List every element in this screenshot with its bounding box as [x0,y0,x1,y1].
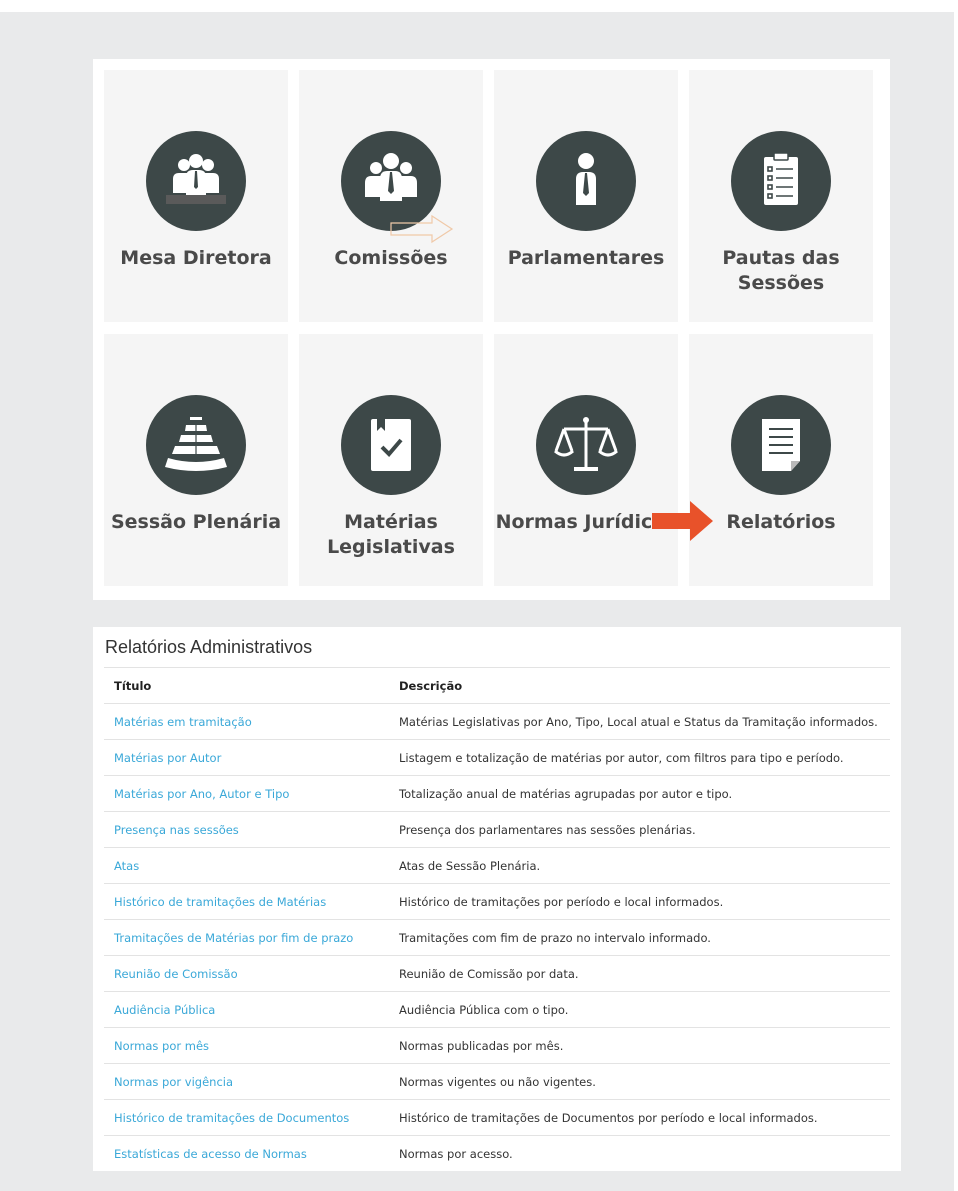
tile-label: Relatórios [726,511,836,533]
legislative-book-icon [341,395,441,495]
tile-relatorios[interactable]: Relatórios [689,334,873,586]
table-row: Reunião de Comissão Reunião de Comissão … [104,955,890,992]
tile-label: Normas Jurídicas [495,511,677,533]
report-description: Audiência Pública com o tipo. [394,991,890,1028]
report-description: Matérias Legislativas por Ano, Tipo, Loc… [394,703,890,740]
report-description: Histórico de tramitações por período e l… [394,883,890,920]
plenary-chamber-icon [146,395,246,495]
report-link[interactable]: Atas [114,859,139,873]
tile-normas-juridicas[interactable]: Normas Jurídicas [494,334,678,586]
tile-mesa-diretora[interactable]: Mesa Diretora [104,70,288,322]
tile-materias-legislativas[interactable]: Matérias Legislativas [299,334,483,586]
report-link[interactable]: Reunião de Comissão [114,967,238,981]
reports-table: Título Descrição Matérias em tramitação … [104,667,890,1171]
column-header-title: Título [104,667,394,704]
menu-tiles-panel: Mesa Diretora Comissões Parlamentares Pa… [93,59,890,600]
tile-label: Matérias Legislativas [327,511,455,558]
tile-pautas-das-sessoes[interactable]: Pautas das Sessões [689,70,873,322]
report-description: Presença dos parlamentares nas sessões p… [394,811,890,848]
report-link[interactable]: Matérias por Ano, Autor e Tipo [114,787,289,801]
top-band [0,0,958,12]
tile-parlamentares[interactable]: Parlamentares [494,70,678,322]
table-row: Estatísticas de acesso de Normas Normas … [104,1135,890,1171]
report-description: Normas vigentes ou não vigentes. [394,1063,890,1100]
report-description: Totalização anual de matérias agrupadas … [394,775,890,812]
scales-of-justice-icon [536,395,636,495]
report-description: Histórico de tramitações de Documentos p… [394,1099,890,1136]
tile-label: Parlamentares [507,247,665,269]
table-row: Matérias por Autor Listagem e totalizaçã… [104,739,890,776]
reports-heading: Relatórios Administrativos [105,637,313,657]
column-header-description: Descrição [394,667,890,704]
report-link[interactable]: Histórico de tramitações de Matérias [114,895,326,909]
table-row: Normas por vigência Normas vigentes ou n… [104,1063,890,1100]
report-link[interactable]: Tramitações de Matérias por fim de prazo [114,931,353,945]
report-description: Reunião de Comissão por data. [394,955,890,992]
report-document-icon [731,395,831,495]
report-link[interactable]: Normas por vigência [114,1075,233,1089]
table-header-row: Título Descrição [104,667,890,704]
highlight-arrow-icon [652,501,713,541]
table-row: Matérias por Ano, Autor e Tipo Totalizaç… [104,775,890,812]
tile-label: Comissões [334,247,448,269]
report-link[interactable]: Matérias por Autor [114,751,221,765]
report-description: Normas por acesso. [394,1135,890,1171]
tile-label: Pautas das Sessões [722,247,840,294]
board-of-directors-icon [146,131,246,231]
table-row: Atas Atas de Sessão Plenária. [104,847,890,884]
report-link[interactable]: Estatísticas de acesso de Normas [114,1147,307,1161]
agenda-clipboard-icon [731,131,831,231]
report-link[interactable]: Histórico de tramitações de Documentos [114,1111,349,1125]
outline-arrow-icon [390,214,454,244]
tile-sessao-plenaria[interactable]: Sessão Plenária [104,334,288,586]
table-row: Audiência Pública Audiência Pública com … [104,991,890,1028]
report-link[interactable]: Audiência Pública [114,1003,215,1017]
report-link[interactable]: Matérias em tramitação [114,715,252,729]
report-description: Tramitações com fim de prazo no interval… [394,919,890,956]
tile-comissoes[interactable]: Comissões [299,70,483,322]
table-row: Histórico de tramitações de Matérias His… [104,883,890,920]
table-row: Normas por mês Normas publicadas por mês… [104,1027,890,1064]
report-description: Normas publicadas por mês. [394,1027,890,1064]
right-band [954,0,958,1191]
table-row: Tramitações de Matérias por fim de prazo… [104,919,890,956]
tile-label: Sessão Plenária [110,511,282,533]
report-link[interactable]: Presença nas sessões [114,823,239,837]
report-description: Listagem e totalização de matérias por a… [394,739,890,776]
tile-label: Mesa Diretora [120,247,272,269]
parliamentarian-icon [536,131,636,231]
reports-panel: Relatórios Administrativos Título Descri… [93,627,901,1171]
table-row: Presença nas sessões Presença dos parlam… [104,811,890,848]
table-row: Histórico de tramitações de Documentos H… [104,1099,890,1136]
report-link[interactable]: Normas por mês [114,1039,209,1053]
table-row: Matérias em tramitação Matérias Legislat… [104,703,890,740]
report-description: Atas de Sessão Plenária. [394,847,890,884]
